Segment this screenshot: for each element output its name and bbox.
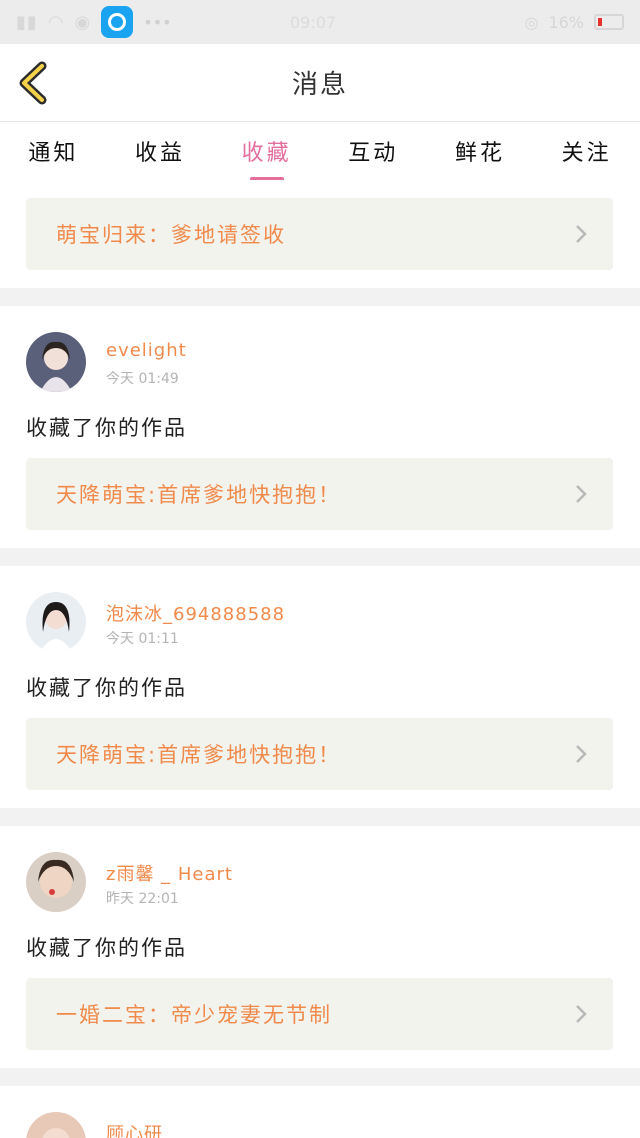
action-text: 收藏了你的作品	[26, 416, 187, 440]
action-text: 收藏了你的作品	[26, 936, 187, 960]
username[interactable]: z雨馨 _ Heart	[106, 860, 233, 886]
chevron-left-icon[interactable]	[14, 60, 54, 106]
banner-section: 萌宝归来：爹地请签收	[0, 180, 640, 288]
status-left: ▮▮ ◠ ◉ •••	[16, 6, 172, 38]
message-item: evelight 今天 01:49 收藏了你的作品 天降萌宝:首席爹地快抱抱！	[0, 306, 640, 548]
message-item: z雨馨 _ Heart 昨天 22:01 收藏了你的作品 一婚二宝：帝少宠妻无节…	[0, 826, 640, 1068]
more-dots-icon: •••	[143, 12, 172, 32]
action-text: 收藏了你的作品	[26, 676, 187, 700]
message-item: 泡沫冰_694888588 今天 01:11 收藏了你的作品 天降萌宝:首席爹地…	[0, 566, 640, 808]
tab-bar: 通知 收益 收藏 互动 鲜花 关注	[0, 122, 640, 180]
work-title: 天降萌宝:首席爹地快抱抱！	[56, 483, 342, 507]
battery-percent: 16%	[548, 12, 584, 32]
tab-flowers[interactable]: 鲜花	[445, 135, 515, 167]
work-link[interactable]: 天降萌宝:首席爹地快抱抱！	[26, 458, 613, 530]
signal-icon: ▮▮	[16, 11, 38, 33]
work-title: 一婚二宝：帝少宠妻无节制	[56, 1003, 332, 1027]
avatar[interactable]	[26, 1112, 86, 1138]
work-title: 天降萌宝:首席爹地快抱抱！	[56, 743, 342, 767]
header: 消息	[0, 44, 640, 122]
headset-icon: ◎	[524, 12, 539, 32]
wifi-icon: ◠	[47, 11, 65, 33]
chevron-right-icon	[576, 485, 587, 503]
tab-notifications[interactable]: 通知	[18, 135, 88, 167]
username[interactable]: evelight	[106, 340, 187, 361]
message-item: 顾心研	[0, 1086, 640, 1138]
timestamp: 今天 01:49	[106, 371, 179, 387]
clock: 09:07	[290, 12, 337, 32]
avatar[interactable]	[26, 592, 86, 652]
banner-text: 萌宝归来：爹地请签收	[56, 223, 286, 247]
timestamp: 今天 01:11	[106, 631, 179, 647]
username[interactable]: 泡沫冰_694888588	[106, 600, 285, 626]
battery-icon	[594, 14, 624, 30]
username[interactable]: 顾心研	[106, 1120, 163, 1138]
work-link[interactable]: 一婚二宝：帝少宠妻无节制	[26, 978, 613, 1050]
avatar[interactable]	[26, 852, 86, 912]
tab-favorites[interactable]: 收藏	[232, 135, 302, 167]
timestamp: 昨天 22:01	[106, 891, 179, 907]
circle-app-icon	[101, 6, 134, 38]
chevron-right-icon	[576, 225, 587, 243]
work-link[interactable]: 天降萌宝:首席爹地快抱抱！	[26, 718, 613, 790]
avatar[interactable]	[26, 332, 86, 392]
status-bar: ▮▮ ◠ ◉ ••• 09:07 ◎ 16%	[0, 0, 640, 44]
status-right: ◎ 16%	[524, 13, 624, 32]
tab-interactions[interactable]: 互动	[338, 135, 408, 167]
tab-earnings[interactable]: 收益	[125, 135, 195, 167]
banner-link[interactable]: 萌宝归来：爹地请签收	[26, 198, 613, 270]
tab-follows[interactable]: 关注	[552, 135, 622, 167]
chevron-right-icon	[576, 1005, 587, 1023]
wechat-icon: ◉	[74, 11, 92, 33]
page-title: 消息	[291, 70, 348, 100]
chevron-right-icon	[576, 745, 587, 763]
